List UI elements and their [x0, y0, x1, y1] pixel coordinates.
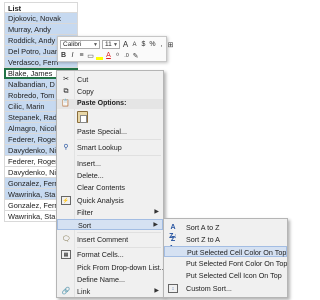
menu-label: Clear Contents — [77, 183, 125, 192]
font-name-dropdown[interactable]: Calibri ▼ — [60, 40, 100, 49]
menu-label: Quick Analysis — [77, 196, 124, 205]
submenu-item-font-color-on-top[interactable]: Put Selected Font Color On Top — [164, 258, 287, 269]
superscript-icon[interactable]: ⁰ — [114, 52, 121, 60]
menu-separator — [77, 139, 161, 140]
menu-label: Copy — [77, 87, 94, 96]
scissors-icon: ✂ — [63, 76, 69, 83]
paste-options-label: Paste Options: — [77, 100, 127, 107]
menu-label: Sort Z to A — [186, 235, 220, 244]
menu-item-smart-lookup[interactable]: ⚲ Smart Lookup — [57, 142, 163, 153]
format-cells-icon: ▦ — [61, 250, 71, 259]
menu-label: Define Name... — [77, 275, 125, 284]
menu-label: Paste Special... — [77, 127, 127, 136]
menu-label: Delete... — [77, 171, 104, 180]
chevron-right-icon: ▶ — [154, 209, 159, 215]
sort-descending-icon: ZA↓ — [169, 236, 178, 252]
font-name-value: Calibri — [63, 41, 82, 48]
column-header[interactable]: List — [4, 2, 78, 13]
menu-label: Sort A to Z — [186, 223, 220, 232]
copy-icon: ⧉ — [63, 88, 69, 95]
borders-icon[interactable]: ▭ — [87, 52, 94, 60]
menu-item-cut[interactable]: ✂ Cut — [57, 74, 163, 85]
link-icon: 🔗 — [61, 288, 71, 295]
clipboard-icon: 📋 — [61, 100, 70, 107]
menu-label: Pick From Drop-down List... — [77, 263, 166, 272]
menu-item-sort[interactable]: Sort ▶ — [57, 219, 163, 230]
chevron-down-icon: ▼ — [93, 42, 98, 48]
menu-label: Smart Lookup — [77, 143, 122, 152]
menu-item-insert[interactable]: Insert... — [57, 158, 163, 169]
font-color-icon[interactable]: A — [105, 52, 112, 59]
menu-item-define-name[interactable]: Define Name... — [57, 274, 163, 285]
menu-item-insert-comment[interactable]: 🗨 Insert Comment — [57, 234, 163, 245]
custom-sort-icon: ↕ — [168, 284, 178, 293]
comment-icon: 🗨 — [61, 236, 71, 243]
comma-style-icon[interactable]: , — [158, 41, 165, 48]
menu-label: Insert Comment — [77, 235, 129, 244]
menu-label: Put Selected Cell Icon On Top — [186, 271, 282, 280]
paste-icon[interactable] — [77, 111, 88, 123]
align-center-icon[interactable]: ≡ — [78, 52, 85, 59]
menu-label: Custom Sort... — [186, 284, 232, 293]
italic-icon[interactable]: I — [69, 52, 76, 59]
menu-label: Put Selected Cell Color On Top — [187, 248, 287, 257]
menu-item-link[interactable]: 🔗 Link ▶ — [57, 286, 163, 297]
search-icon: ⚲ — [63, 144, 69, 151]
font-size-dropdown[interactable]: 11 ▼ — [102, 40, 120, 49]
submenu-item-sort-a-to-z[interactable]: A Z↓ Sort A to Z — [164, 222, 287, 240]
increase-font-icon[interactable]: A — [122, 40, 129, 49]
eraser-icon[interactable]: ✎ — [132, 52, 139, 60]
sheet-cell[interactable]: Murray, Andy — [4, 24, 78, 35]
submenu-item-cell-color-on-top[interactable]: Put Selected Cell Color On Top — [164, 246, 287, 257]
context-menu: ✂ Cut ⧉ Copy 📋 Paste Options: Paste Spec… — [56, 70, 166, 298]
sort-submenu: AZ↓ Sort A to Z ZA↓ Sort Z to A Put Sele… — [163, 218, 288, 298]
menu-item-clear-contents[interactable]: Clear Contents — [57, 182, 163, 193]
menu-label: Link — [77, 287, 91, 296]
menu-label: Format Cells... — [77, 250, 124, 259]
submenu-item-sort-z-to-a[interactable]: ZA↓ Sort Z to A — [164, 234, 287, 252]
menu-item-pick-from-list[interactable]: Pick From Drop-down List... — [57, 262, 166, 273]
menu-separator — [77, 155, 161, 156]
chevron-right-icon: ▶ — [153, 222, 158, 228]
submenu-item-cell-icon-on-top[interactable]: Put Selected Cell Icon On Top — [164, 270, 287, 281]
menu-item-quick-analysis[interactable]: ⚡ Quick Analysis — [57, 195, 163, 206]
decimal-icon[interactable]: .0 — [123, 53, 130, 59]
menu-item-delete[interactable]: Delete... — [57, 170, 163, 181]
menu-label: Cut — [77, 75, 89, 84]
menu-item-paste-special[interactable]: Paste Special... — [57, 126, 163, 137]
paste-options-header: 📋 Paste Options: — [57, 99, 163, 109]
mini-toolbar: Calibri ▼ 11 ▼ A A $ % , ⊞ B I ≡ ▭ A ⁰ .… — [57, 36, 173, 62]
percent-icon[interactable]: % — [149, 41, 156, 48]
sheet-cell[interactable]: Djokovic, Novak — [4, 13, 78, 24]
menu-item-copy[interactable]: ⧉ Copy — [57, 86, 163, 97]
menu-label: Sort — [78, 221, 92, 230]
font-size-value: 11 — [105, 41, 112, 48]
format-painter-icon[interactable]: ⊞ — [167, 41, 174, 49]
currency-icon[interactable]: $ — [140, 41, 147, 48]
menu-separator — [77, 232, 161, 233]
bold-icon[interactable]: B — [60, 52, 67, 59]
decrease-font-icon[interactable]: A — [131, 42, 138, 48]
menu-separator — [77, 247, 161, 248]
chevron-down-icon: ▼ — [113, 42, 118, 48]
menu-item-filter[interactable]: Filter ▶ — [57, 207, 163, 218]
menu-label: Filter — [77, 208, 93, 217]
fill-color-icon[interactable] — [96, 57, 103, 60]
menu-label: Insert... — [77, 159, 101, 168]
menu-item-format-cells[interactable]: ▦ Format Cells... — [57, 249, 163, 260]
menu-label: Put Selected Font Color On Top — [186, 259, 288, 268]
quick-analysis-icon: ⚡ — [61, 196, 71, 205]
chevron-right-icon: ▶ — [154, 288, 159, 294]
sort-ascending-icon: A Z↓ — [169, 224, 177, 240]
submenu-item-custom-sort[interactable]: ↕ Custom Sort... — [164, 283, 287, 294]
paste-options-row — [77, 111, 88, 123]
